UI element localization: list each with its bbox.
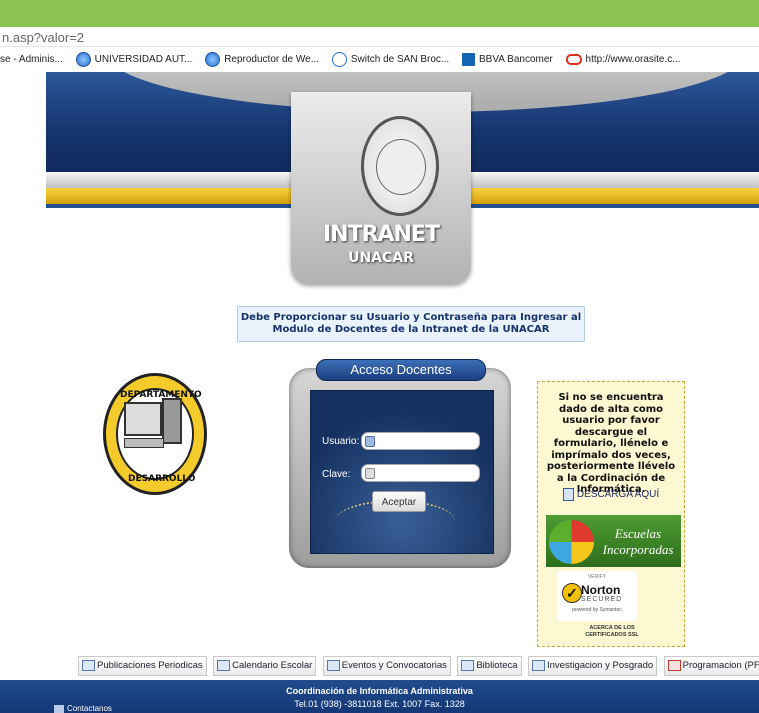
bottom-nav: Publicaciones Periodicas Calendario Esco… bbox=[78, 656, 759, 678]
contact-link[interactable]: Contactanos bbox=[54, 704, 112, 713]
address-url[interactable]: n.asp?valor=2 bbox=[2, 30, 84, 45]
nav-biblioteca[interactable]: Biblioteca bbox=[457, 656, 522, 676]
escuelas-logo-icon bbox=[549, 520, 594, 564]
page-title: INTRANET bbox=[322, 222, 440, 247]
bank-icon bbox=[462, 52, 475, 66]
events-icon bbox=[326, 659, 340, 671]
bookmark-item[interactable]: Switch de SAN Broc... bbox=[331, 47, 449, 72]
computer-tower-icon bbox=[162, 398, 182, 444]
globe-icon bbox=[75, 51, 91, 67]
browser-top-bar bbox=[0, 0, 759, 27]
page-subtitle: UNACAR bbox=[348, 250, 414, 266]
nav-investigacion[interactable]: Investigacion y Posgrado bbox=[528, 656, 658, 676]
document-icon bbox=[562, 488, 574, 501]
login-title: Acceso Docentes bbox=[316, 359, 486, 381]
norton-verify-text: VERIFY bbox=[587, 574, 607, 580]
password-label: Clave: bbox=[322, 469, 351, 480]
bookmark-item[interactable]: BBVA Bancomer bbox=[462, 47, 553, 72]
ssl-info-link[interactable]: ACERCA DE LOS CERTIFICADOS SSL bbox=[547, 625, 677, 639]
periodicals-icon bbox=[82, 659, 95, 671]
password-input[interactable] bbox=[361, 464, 480, 482]
library-icon bbox=[461, 659, 475, 671]
nav-eventos[interactable]: Eventos y Convocatorias bbox=[322, 656, 451, 676]
footer-title: Coordinación de Informática Administrati… bbox=[286, 686, 473, 696]
registration-message: Si no se encuentra dado de alta como usu… bbox=[546, 392, 676, 495]
bookmark-item[interactable]: Reproductor de We... bbox=[205, 47, 319, 72]
university-seal-icon bbox=[361, 116, 439, 216]
globe-outline-icon bbox=[331, 51, 347, 67]
calendar-icon bbox=[217, 659, 231, 671]
bookmarks-bar: se - Adminis... UNIVERSIDAD AUT... Repro… bbox=[0, 47, 759, 72]
nav-programacion[interactable]: Programacion (PFD) bbox=[663, 656, 759, 676]
bookmark-item[interactable]: se - Adminis... bbox=[0, 47, 63, 72]
norton-brand: Norton bbox=[581, 583, 621, 597]
nav-calendario[interactable]: Calendario Escolar bbox=[213, 656, 317, 676]
oracle-icon bbox=[565, 53, 582, 65]
checkmark-icon: ✓ bbox=[562, 583, 582, 603]
research-icon bbox=[532, 659, 545, 671]
norton-powered-text: powered by Symantec bbox=[572, 607, 622, 613]
username-input[interactable] bbox=[361, 432, 480, 450]
chart-icon bbox=[667, 659, 681, 671]
download-link[interactable]: DESCARGA AQUÍ bbox=[545, 488, 677, 501]
bookmark-item[interactable]: UNIVERSIDAD AUT... bbox=[75, 47, 192, 72]
escuelas-text: Escuelas Incorporadas bbox=[602, 526, 674, 557]
computer-monitor-icon bbox=[124, 402, 162, 436]
keyboard-icon bbox=[124, 438, 164, 448]
key-icon bbox=[365, 468, 375, 479]
login-notice: Debe Proporcionar su Usuario y Contraseñ… bbox=[237, 306, 585, 342]
username-label: Usuario: bbox=[322, 436, 360, 447]
footer-phone: Tel.01 (938) -3811018 Ext. 1007 Fax. 132… bbox=[294, 699, 465, 709]
address-bar[interactable]: n.asp?valor=2 bbox=[0, 27, 759, 47]
nav-publicaciones[interactable]: Publicaciones Periodicas bbox=[78, 656, 207, 676]
bookmark-item[interactable]: http://www.orasite.c... bbox=[565, 47, 681, 72]
norton-secured-text: SECURED bbox=[581, 596, 623, 603]
user-icon bbox=[365, 436, 375, 447]
accept-button[interactable]: Aceptar bbox=[372, 491, 426, 512]
mail-icon bbox=[54, 704, 64, 713]
globe-icon bbox=[205, 51, 221, 67]
